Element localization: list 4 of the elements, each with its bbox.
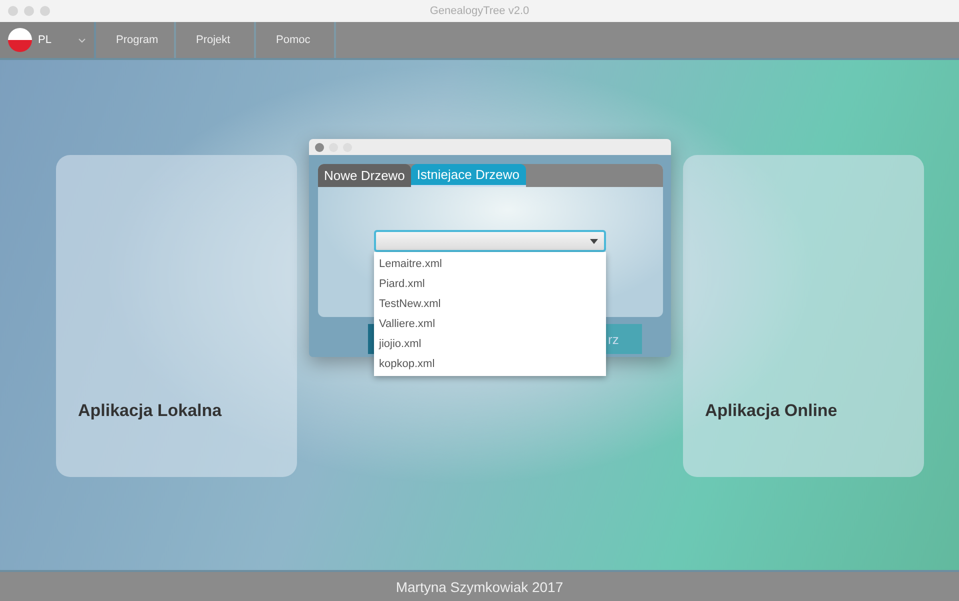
- footer-text: Martyna Szymkowiak 2017: [396, 578, 564, 594]
- window-title: GenealogyTree v2.0: [430, 5, 530, 17]
- card-label: Aplikacja Lokalna: [78, 401, 222, 421]
- card-label: Aplikacja Online: [705, 401, 838, 421]
